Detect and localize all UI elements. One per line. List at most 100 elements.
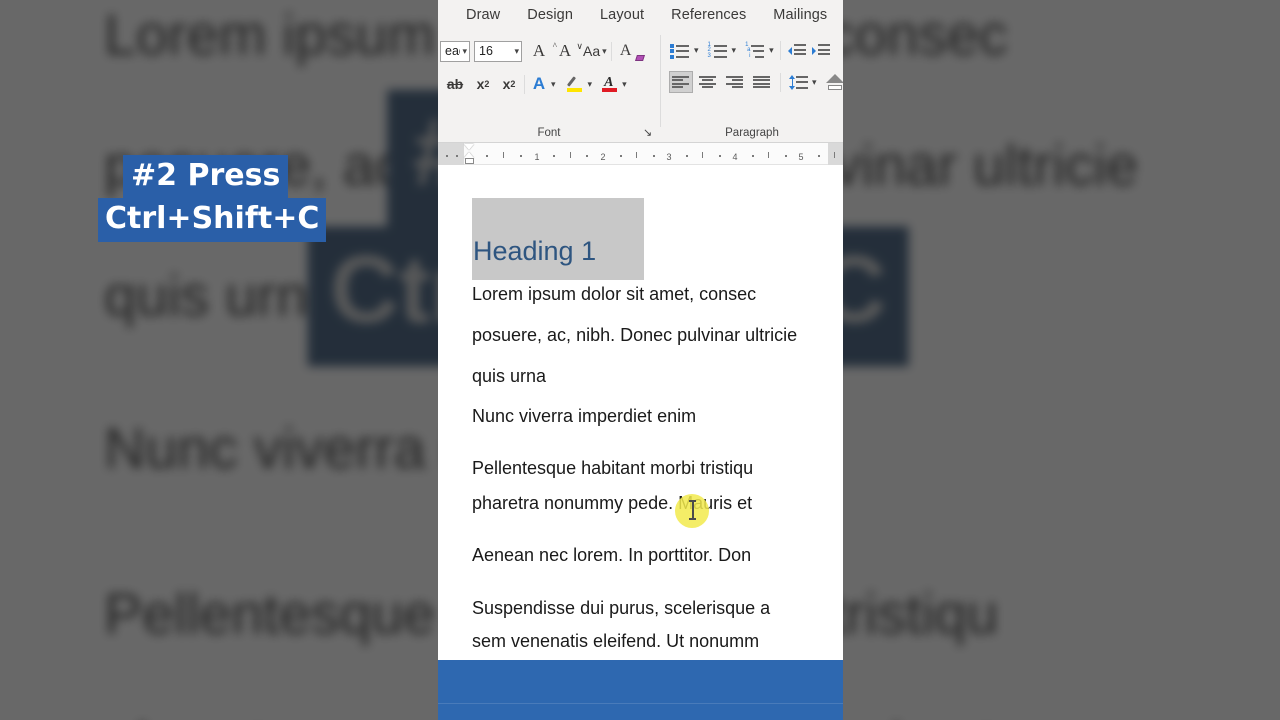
font-color-icon: A [602, 75, 618, 94]
highlighter-icon [566, 75, 584, 94]
font-dialog-launcher[interactable]: ↘ [643, 128, 654, 139]
align-center-button[interactable] [696, 71, 720, 93]
shrink-font-button[interactable]: A ∨ [554, 40, 583, 62]
ruler[interactable]: 1 2 3 4 5 [438, 143, 843, 165]
tab-layout[interactable]: Layout [600, 7, 644, 23]
subscript-button[interactable]: x2 [472, 73, 494, 95]
text-cursor-icon [689, 499, 696, 521]
subscript-index: 2 [484, 79, 490, 89]
document-paragraph[interactable]: Lorem ipsum dolor sit amet, consec [472, 274, 756, 315]
subscript-label: x [476, 76, 485, 92]
bottom-bar [438, 660, 843, 720]
paragraph-group: ▾ 1 2 3 ▾ 1 a i ▾ ▾ Paragraph [661, 31, 843, 142]
eraser-icon [634, 55, 645, 61]
caption-line-1: #2 Press [123, 155, 289, 199]
shrink-font-label: A [558, 41, 572, 60]
document-paragraph[interactable]: Aenean nec lorem. In porttitor. Don [472, 535, 751, 576]
document-paragraph[interactable]: quis urna [472, 356, 546, 397]
chevron-down-icon: ▾ [514, 45, 519, 56]
chevron-down-icon[interactable]: ▾ [769, 45, 774, 56]
decrease-indent-button[interactable] [787, 40, 807, 60]
chevron-down-icon: ▾ [602, 45, 607, 56]
document-paragraph[interactable]: Nunc viverra imperdiet enim [472, 396, 696, 437]
left-indent-marker[interactable] [465, 158, 474, 164]
ruler-right-margin [828, 143, 843, 165]
chevron-down-icon[interactable]: ▾ [812, 77, 817, 88]
font-size-combo[interactable]: 16 ▾ [474, 40, 522, 62]
word-app-panel: Draw Design Layout References Mailings e… [438, 0, 843, 720]
font-group-label: Font [537, 127, 561, 139]
align-right-button[interactable] [723, 71, 747, 93]
text-highlight-color-button[interactable] [566, 75, 584, 94]
document-canvas[interactable]: Heading 1 Lorem ipsum dolor sit amet, co… [438, 166, 843, 660]
justify-button[interactable] [750, 71, 774, 93]
divider [610, 41, 612, 61]
align-left-button[interactable] [669, 71, 693, 93]
font-color-button[interactable]: A [602, 75, 618, 94]
numbering-icon: 1 2 3 [708, 42, 728, 59]
bullets-icon [670, 43, 690, 59]
font-name-combo[interactable]: ead ▾ [440, 40, 470, 62]
ruler-tick-1: 1 [534, 152, 540, 162]
divider [524, 74, 525, 94]
document-paragraph[interactable]: sem venenatis eleifend. Ut nonumm [472, 621, 759, 660]
chevron-down-icon[interactable]: ▾ [588, 79, 593, 90]
font-size-value: 16 [479, 44, 493, 58]
change-case-label: Aa [583, 43, 601, 59]
justify-icon [752, 75, 772, 90]
first-line-indent-marker[interactable] [464, 144, 474, 150]
ruler-tick-5: 5 [798, 152, 804, 162]
ruler-tick-3: 3 [666, 152, 672, 162]
document-heading-text: Heading 1 [473, 236, 597, 266]
ribbon-body: ead ▾ 16 ▾ A^ A∨ Aa ▾ [438, 31, 843, 142]
chevron-down-icon: ▾ [462, 45, 467, 56]
line-spacing-button[interactable] [787, 72, 809, 92]
chevron-down-icon[interactable]: ▾ [551, 79, 556, 90]
align-left-icon [671, 75, 691, 90]
multilevel-list-button[interactable]: 1 a i [744, 40, 766, 60]
font-name-value: ead [445, 44, 460, 58]
clear-formatting-label: A [619, 42, 632, 59]
text-effects-label: A [532, 74, 546, 93]
tab-mailings[interactable]: Mailings [773, 7, 827, 23]
superscript-button[interactable]: x2 [498, 73, 520, 95]
clear-formatting-button[interactable]: A [616, 40, 645, 62]
change-case-button[interactable]: Aa ▾ [583, 43, 607, 59]
background-paragraph: quis urna [104, 264, 340, 329]
strikethrough-label: ab [446, 76, 464, 92]
chevron-down-icon[interactable]: ▾ [622, 79, 627, 90]
tab-draw[interactable]: Draw [466, 7, 500, 23]
align-right-icon [725, 75, 745, 90]
decrease-indent-icon [787, 43, 806, 57]
ruler-tick-4: 4 [732, 152, 738, 162]
grow-font-label: A [532, 41, 546, 60]
line-spacing-icon [788, 74, 808, 90]
bottom-bar-line [438, 703, 843, 704]
shading-icon [825, 74, 843, 90]
caret-down-icon: ∨ [576, 41, 583, 51]
increase-indent-icon [811, 43, 830, 57]
bullets-button[interactable] [669, 40, 691, 60]
document-paragraph[interactable]: posuere, ac, nibh. Donec pulvinar ultric… [472, 315, 797, 356]
shading-button[interactable] [824, 72, 843, 92]
font-group: ead ▾ 16 ▾ A^ A∨ Aa ▾ [438, 31, 660, 142]
ribbon-tab-bar[interactable]: Draw Design Layout References Mailings [438, 0, 843, 30]
divider [780, 72, 781, 92]
multilevel-list-icon: 1 a i [745, 42, 765, 59]
ribbon: Draw Design Layout References Mailings e… [438, 0, 843, 143]
document-heading-block[interactable]: Heading 1 [472, 198, 644, 280]
ruler-left-margin [438, 143, 464, 165]
text-effects-button[interactable]: A [529, 73, 549, 95]
document-paragraph[interactable]: pharetra nonummy pede. Mauris et [472, 483, 752, 524]
superscript-label: x [502, 76, 511, 92]
chevron-down-icon[interactable]: ▾ [694, 45, 699, 56]
increase-indent-button[interactable] [811, 40, 831, 60]
grow-font-button[interactable]: A ^ [528, 40, 557, 62]
superscript-index: 2 [510, 79, 516, 89]
tab-references[interactable]: References [671, 7, 746, 23]
chevron-down-icon[interactable]: ▾ [732, 45, 737, 56]
strikethrough-button[interactable]: ab [444, 73, 466, 95]
align-center-icon [698, 75, 718, 90]
tab-design[interactable]: Design [527, 7, 573, 23]
numbering-button[interactable]: 1 2 3 [707, 40, 729, 60]
